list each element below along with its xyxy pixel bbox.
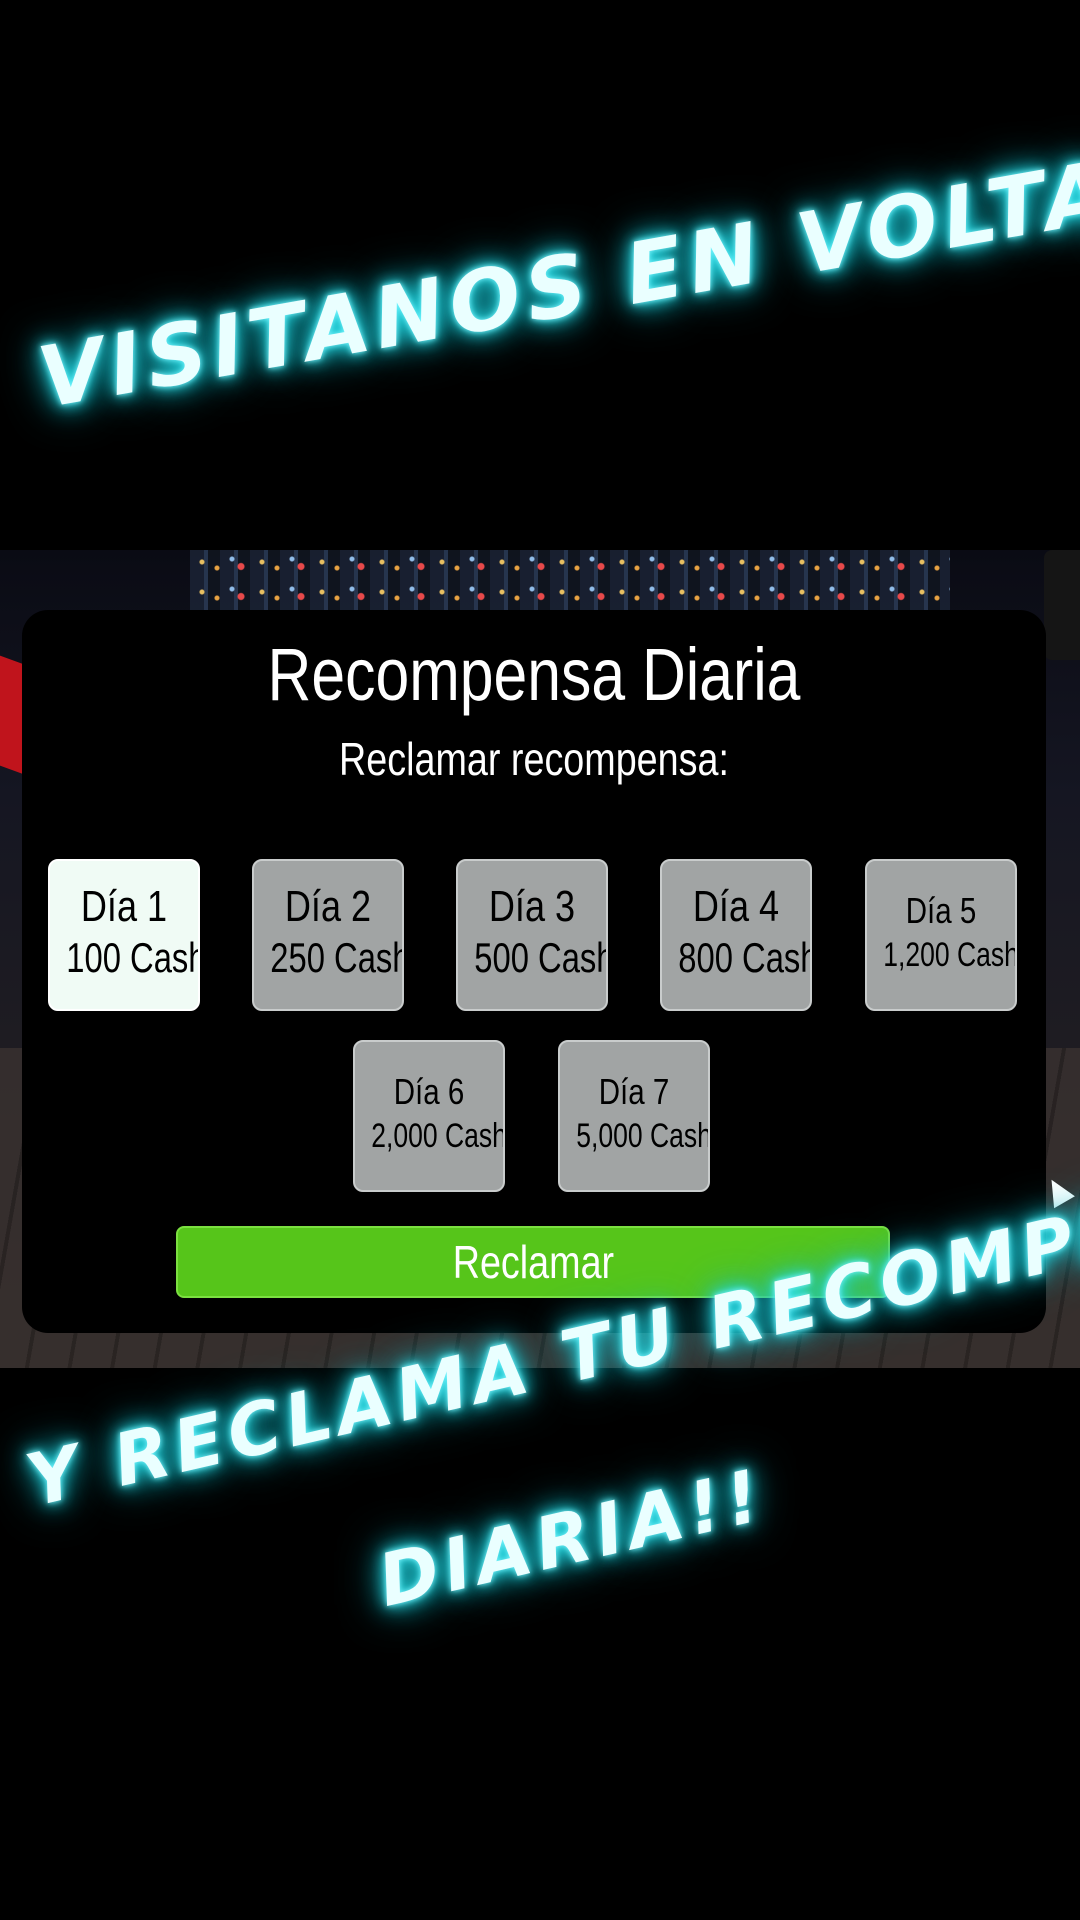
red-stripe-decoration [0, 655, 24, 775]
day-label: Día 4 [692, 882, 780, 931]
dialog-title: Recompensa Diaria [267, 633, 801, 716]
day-reward: 2,000 Cash [371, 1117, 505, 1155]
daily-reward-dialog: Recompensa Diaria Reclamar recompensa: D… [22, 610, 1046, 1333]
day-reward: 5,000 Cash [576, 1117, 710, 1155]
day-card-1[interactable]: Día 1 100 Cash [48, 859, 200, 1011]
day-label: Día 5 [905, 890, 977, 931]
day-card-5[interactable]: Día 5 1,200 Cash [865, 859, 1017, 1011]
dialog-subtitle: Reclamar recompensa: [339, 733, 729, 785]
day-label: Día 7 [598, 1071, 670, 1112]
side-toolbar[interactable] [1044, 550, 1080, 660]
day-label: Día 1 [80, 882, 168, 931]
day-reward: 500 Cash [474, 934, 608, 981]
day-reward: 250 Cash [270, 934, 404, 981]
day-reward: 1,200 Cash [883, 936, 1017, 974]
day-reward: 100 Cash [66, 934, 200, 981]
day-label: Día 2 [284, 882, 372, 931]
day-label: Día 3 [488, 882, 576, 931]
day-card-4[interactable]: Día 4 800 Cash [660, 859, 812, 1011]
day-card-2[interactable]: Día 2 250 Cash [252, 859, 404, 1011]
bottom-neon-caption-line2: DIARIA!! [370, 1452, 774, 1623]
day-card-6[interactable]: Día 6 2,000 Cash [353, 1040, 505, 1192]
day-card-3[interactable]: Día 3 500 Cash [456, 859, 608, 1011]
city-skyline [190, 550, 950, 610]
day-card-7[interactable]: Día 7 5,000 Cash [558, 1040, 710, 1192]
top-neon-caption: VISITANOS EN VOLTAJE! [31, 116, 1080, 428]
day-reward: 800 Cash [678, 934, 812, 981]
claim-button-label: Reclamar [452, 1236, 614, 1288]
day-label: Día 6 [393, 1071, 465, 1112]
